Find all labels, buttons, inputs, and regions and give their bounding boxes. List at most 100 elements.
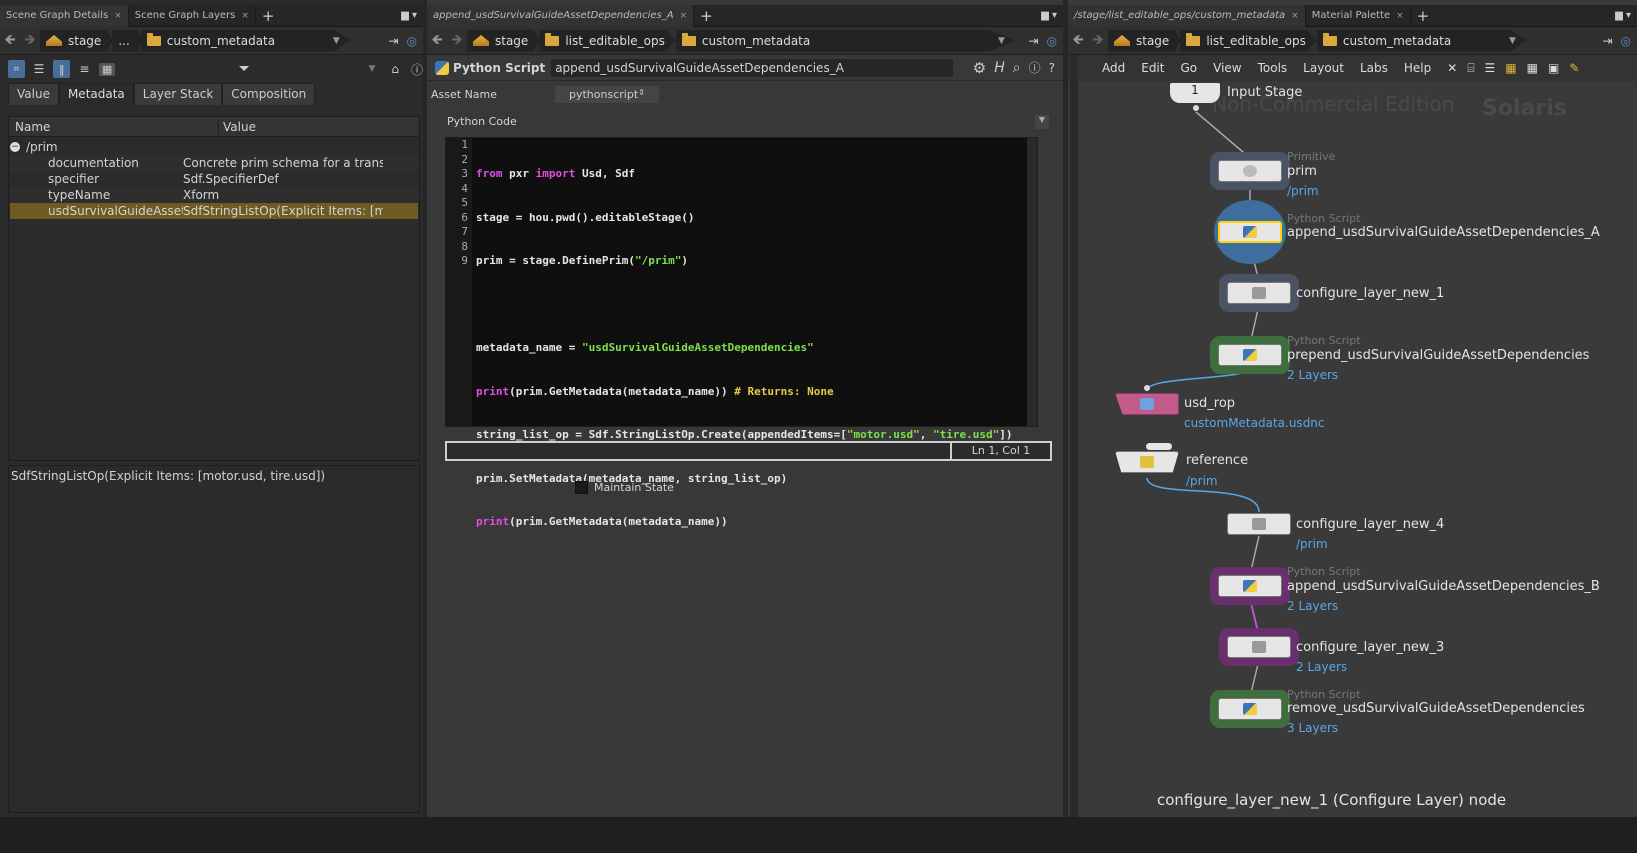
path-crumb-list-editable-ops[interactable]: list_editable_ops: [539, 29, 676, 52]
code-line: stage = hou.pwd().editableStage(): [476, 210, 695, 224]
node-type-label: Primitive: [1287, 150, 1336, 163]
row-value: Concrete prim schema for a transf...: [183, 156, 383, 170]
tab-scene-graph-layers[interactable]: Scene Graph Layers ×: [129, 4, 256, 27]
tab-scene-graph-details[interactable]: Scene Graph Details ×: [0, 4, 129, 27]
node-configure-layer-4[interactable]: [1227, 513, 1291, 535]
chevron-down-icon[interactable]: ▼: [333, 36, 340, 46]
code-editor[interactable]: 1 2 3 4 5 6 7 8 9 from pxr import Usd, S…: [445, 137, 1038, 528]
subtab-composition[interactable]: Composition: [222, 83, 316, 105]
subtab-value[interactable]: Value: [8, 83, 59, 105]
asset-name-select[interactable]: pythonscript ⇕: [555, 85, 659, 103]
grid-icon[interactable]: ▦: [98, 62, 116, 76]
path-crumb-custom-metadata[interactable]: custom_metadata ▼: [140, 29, 351, 52]
pin-icon[interactable]: ⇥: [388, 34, 398, 48]
hda-icon[interactable]: H: [994, 60, 1005, 76]
column-value[interactable]: Value: [219, 120, 256, 134]
filter-icon[interactable]: ⏷: [239, 61, 250, 77]
output-connector[interactable]: [1193, 105, 1199, 111]
cursor-position: Ln 1, Col 1: [950, 443, 1050, 459]
path-crumb-stage[interactable]: stage: [467, 29, 540, 52]
row-name: typeName: [48, 188, 111, 202]
collapse-icon[interactable]: −: [10, 142, 20, 152]
subtab-metadata[interactable]: Metadata: [58, 83, 134, 105]
help-icon[interactable]: ?: [1049, 61, 1055, 75]
link-icon[interactable]: ◎: [1047, 34, 1057, 48]
reference-input-tab[interactable]: [1146, 443, 1172, 450]
help-icon[interactable]: ⓘ: [411, 61, 423, 78]
collapse-arrow-icon[interactable]: ▼: [1035, 115, 1049, 129]
search-icon[interactable]: ⌕: [1013, 60, 1021, 76]
table-row-selected[interactable]: usdSurvivalGuideAssetDepen...SdfStringLi…: [10, 203, 418, 219]
input-stage-node[interactable]: 1: [1170, 83, 1220, 103]
add-tab-icon[interactable]: +: [256, 7, 281, 25]
stage-icon: [473, 35, 489, 46]
gear-icon[interactable]: ⚙: [973, 59, 986, 77]
forward-arrow-icon[interactable]: 🡺: [20, 29, 40, 53]
python-icon: [435, 60, 449, 75]
link-icon[interactable]: ◎: [407, 34, 417, 48]
configure-layer-icon: [1252, 287, 1266, 299]
path-crumb-stage[interactable]: stage: [40, 29, 113, 52]
left-pathbar: 🡸 🡺 stage ... custom_metadata ▼ ⇥ ◎: [0, 27, 423, 55]
list-view-icon[interactable]: ☰: [31, 62, 48, 76]
line-number: 5: [461, 196, 468, 209]
node-append-a[interactable]: [1218, 221, 1282, 243]
bottom-bar: [0, 817, 1637, 853]
node-usd-rop[interactable]: [1115, 393, 1179, 415]
column-name[interactable]: Name: [9, 119, 219, 134]
left-tabbar: Scene Graph Details × Scene Graph Layers ×…: [0, 4, 423, 27]
node-prepend[interactable]: [1218, 344, 1282, 366]
node-remove[interactable]: [1218, 698, 1282, 720]
info-icon[interactable]: ⓘ: [1029, 59, 1041, 76]
tab-append-a[interactable]: append_usdSurvivalGuideAssetDependencies…: [427, 4, 695, 27]
rows-icon[interactable]: ≡: [76, 62, 93, 76]
path-crumb-ellipsis[interactable]: ...: [112, 29, 141, 52]
home-icon[interactable]: ⌂: [391, 62, 399, 76]
folder-icon: [681, 32, 696, 46]
add-tab-icon[interactable]: +: [694, 7, 719, 25]
node-configure-layer-3[interactable]: [1227, 636, 1291, 658]
code-token: ,: [919, 428, 933, 441]
close-icon[interactable]: ×: [241, 11, 249, 21]
table-row[interactable]: typeName Xform: [10, 187, 418, 203]
node-sub-label: 2 Layers: [1296, 660, 1348, 674]
chevron-down-icon[interactable]: ▼: [998, 36, 1005, 46]
table-row[interactable]: documentation Concrete prim schema for a …: [10, 155, 418, 171]
pane-divider[interactable]: [423, 0, 427, 817]
back-arrow-icon[interactable]: 🡸: [427, 29, 447, 53]
crumb-label: list_editable_ops: [565, 33, 665, 48]
node-prim[interactable]: [1218, 160, 1282, 182]
back-arrow-icon[interactable]: 🡸: [0, 29, 20, 53]
node-configure-layer-1[interactable]: [1227, 282, 1291, 304]
crumb-label: stage: [68, 33, 102, 48]
detail-text: SdfStringListOp(Explicit Items: [motor.u…: [11, 469, 326, 483]
node-name-label: remove_usdSurvivalGuideAssetDependencies: [1287, 701, 1585, 716]
crumb-label: ...: [118, 33, 130, 48]
path-crumb-custom-metadata[interactable]: custom_metadata ▼: [675, 29, 1016, 52]
columns-icon[interactable]: ‖: [53, 60, 71, 78]
scrollbar[interactable]: [1027, 138, 1037, 426]
asset-name-row: Asset Name pythonscript ⇕: [427, 81, 1063, 107]
forward-arrow-icon[interactable]: 🡺: [447, 29, 467, 53]
tree-view-icon[interactable]: ⌗: [8, 60, 25, 78]
close-icon[interactable]: ×: [114, 11, 122, 21]
python-code-section: Python Code ▼: [435, 115, 1055, 135]
table-row[interactable]: specifier Sdf.SpecifierDef: [10, 171, 418, 187]
maintain-state-label: Maintain State: [594, 481, 674, 494]
table-header: Name Value: [9, 117, 419, 137]
node-append-b[interactable]: [1218, 575, 1282, 597]
node-name-label: configure_layer_new_1: [1296, 286, 1445, 301]
input-connector[interactable]: [1144, 385, 1150, 391]
subtab-layer-stack[interactable]: Layer Stack: [133, 83, 223, 105]
tree-root-row[interactable]: − /prim: [10, 139, 418, 155]
pin-icon[interactable]: ⇥: [1028, 34, 1038, 48]
close-icon[interactable]: ×: [680, 11, 688, 21]
line-number: 2: [461, 152, 468, 166]
input-stage-label: Input Stage: [1227, 85, 1303, 100]
node-name-field[interactable]: append_usdSurvivalGuideAssetDependencies…: [551, 58, 954, 77]
node-reference[interactable]: [1115, 451, 1179, 473]
pane-menu-icon[interactable]: ▆ ▾: [401, 10, 417, 21]
pane-menu-icon[interactable]: ▆ ▾: [1041, 10, 1057, 21]
maintain-state-checkbox[interactable]: [575, 481, 588, 494]
chevron-down-icon[interactable]: ▼: [368, 64, 375, 74]
